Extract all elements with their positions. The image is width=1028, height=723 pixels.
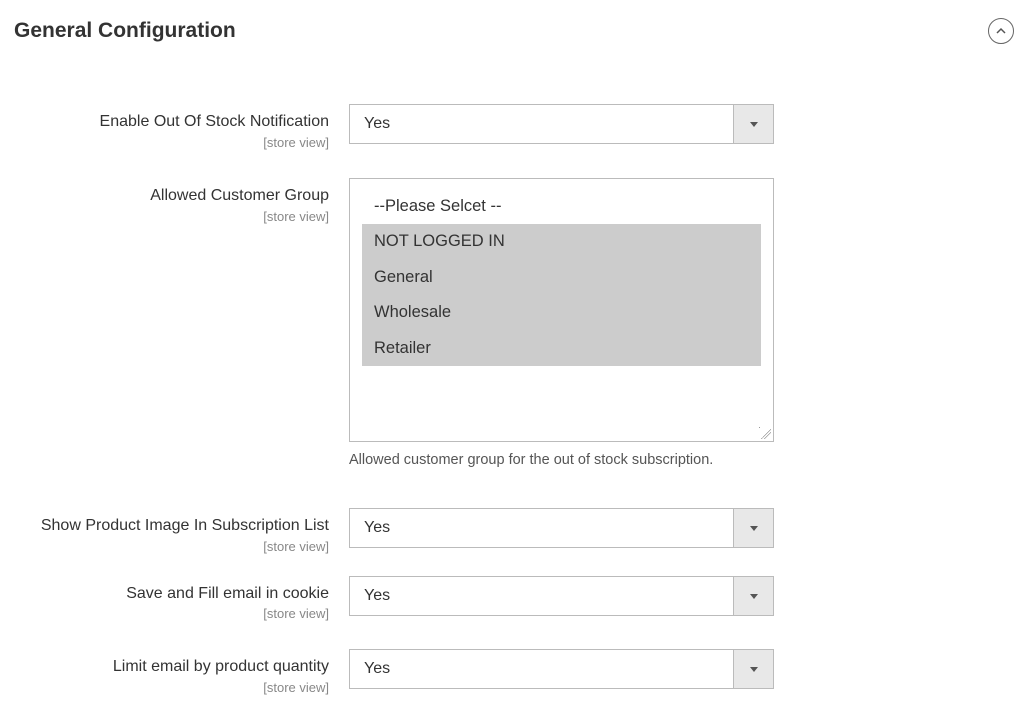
field-save-cookie: Save and Fill email in cookie [store vie… <box>14 576 1014 622</box>
resize-handle[interactable] <box>759 427 771 439</box>
select-value: Yes <box>350 587 733 605</box>
triangle-down-icon <box>749 119 759 129</box>
save-cookie-select[interactable]: Yes <box>349 576 774 616</box>
field-label: Enable Out Of Stock Notification [store … <box>14 104 349 150</box>
field-label: Save and Fill email in cookie [store vie… <box>14 576 349 622</box>
field-control: --Please Selcet -- NOT LOGGED IN General… <box>349 178 774 468</box>
dropdown-arrow <box>733 105 773 143</box>
collapse-toggle-button[interactable] <box>988 18 1014 44</box>
field-control: Yes <box>349 104 774 144</box>
field-control: Yes <box>349 649 774 689</box>
multiselect-option-placeholder[interactable]: --Please Selcet -- <box>362 189 761 224</box>
field-label: Allowed Customer Group [store view] <box>14 178 349 224</box>
chevron-up-icon <box>995 25 1007 37</box>
allowed-group-multiselect[interactable]: --Please Selcet -- NOT LOGGED IN General… <box>349 178 774 442</box>
select-value: Yes <box>350 115 733 133</box>
show-image-select[interactable]: Yes <box>349 508 774 548</box>
multiselect-option-wholesale[interactable]: Wholesale <box>362 295 761 330</box>
scope-text: [store view] <box>14 680 329 695</box>
field-show-image: Show Product Image In Subscription List … <box>14 508 1014 554</box>
field-label: Show Product Image In Subscription List … <box>14 508 349 554</box>
dropdown-arrow <box>733 577 773 615</box>
help-text: Allowed customer group for the out of st… <box>349 452 774 468</box>
triangle-down-icon <box>749 591 759 601</box>
triangle-down-icon <box>749 523 759 533</box>
dropdown-arrow <box>733 650 773 688</box>
scope-text: [store view] <box>14 135 329 150</box>
enable-notification-select[interactable]: Yes <box>349 104 774 144</box>
scope-text: [store view] <box>14 209 329 224</box>
scope-text: [store view] <box>14 606 329 621</box>
label-text: Enable Out Of Stock Notification <box>14 112 329 133</box>
field-limit-email: Limit email by product quantity [store v… <box>14 649 1014 695</box>
dropdown-arrow <box>733 509 773 547</box>
label-text: Show Product Image In Subscription List <box>14 516 329 537</box>
triangle-down-icon <box>749 664 759 674</box>
multiselect-option-general[interactable]: General <box>362 260 761 295</box>
field-label: Limit email by product quantity [store v… <box>14 649 349 695</box>
label-text: Limit email by product quantity <box>14 657 329 678</box>
page-title: General Configuration <box>14 19 236 43</box>
select-value: Yes <box>350 660 733 678</box>
form-area: Enable Out Of Stock Notification [store … <box>0 64 1028 695</box>
multiselect-option-not-logged-in[interactable]: NOT LOGGED IN <box>362 224 761 259</box>
field-enable-notification: Enable Out Of Stock Notification [store … <box>14 104 1014 150</box>
field-control: Yes <box>349 576 774 616</box>
label-text: Save and Fill email in cookie <box>14 584 329 605</box>
limit-email-select[interactable]: Yes <box>349 649 774 689</box>
scope-text: [store view] <box>14 539 329 554</box>
label-text: Allowed Customer Group <box>14 186 329 207</box>
field-allowed-group: Allowed Customer Group [store view] --Pl… <box>14 178 1014 468</box>
multiselect-option-retailer[interactable]: Retailer <box>362 331 761 366</box>
select-value: Yes <box>350 519 733 537</box>
section-header: General Configuration <box>0 0 1028 64</box>
field-control: Yes <box>349 508 774 548</box>
